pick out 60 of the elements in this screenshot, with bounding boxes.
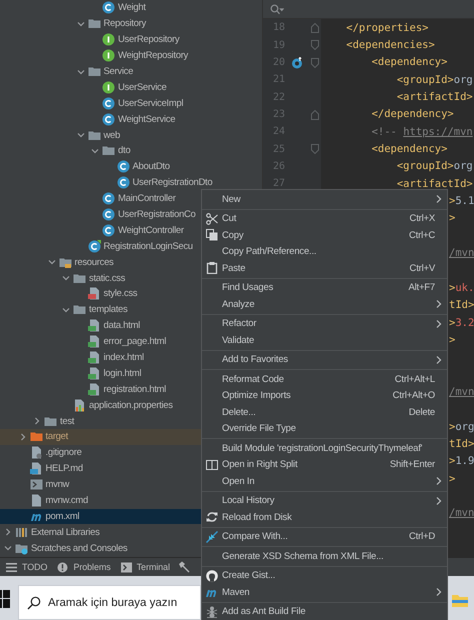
tree-item[interactable]: web [0,127,262,144]
tool-window-button[interactable]: TODO [6,562,48,572]
code-line: <groupId>org [396,160,473,172]
menu-item[interactable]: Local History [202,492,447,509]
tool-window-button[interactable]: Terminal [120,562,170,572]
menu-item[interactable]: Paste Ctrl+V [202,260,447,276]
menu-item[interactable]: Cut Ctrl+X [202,210,447,227]
tree-item[interactable]: Repository [0,16,262,32]
code-line: </properties> [345,22,428,34]
menu-item[interactable]: Maven [202,584,447,600]
menu-item[interactable]: Validate [202,332,447,348]
menu-item[interactable]: Analyze [202,296,447,312]
code-line: <artifactId> [396,91,473,104]
menu-item[interactable]: Add to Favorites [202,352,447,368]
menu-item[interactable]: Copy Ctrl+C [202,227,447,244]
menu-item[interactable]: Refactor [202,316,447,332]
tool-window-button[interactable]: Problems [57,562,111,572]
code-line: <dependency> [370,56,448,68]
code-fragment: > [449,334,456,346]
tree-item[interactable]: WeightRepository [0,48,262,64]
tree-item[interactable]: UserServiceImpl [0,95,262,112]
code-fragment: /mvn [449,247,474,260]
menu-item[interactable]: Copy Path/Reference... [202,244,447,260]
code-line: <dependency> [370,143,448,156]
menu-item[interactable]: Reformat Code Ctrl+Alt+L [202,371,447,388]
code-fragment: /mvn [449,386,474,398]
taskbar-search-field[interactable]: Aramak için buraya yazın [18,585,201,620]
tree-item[interactable]: Service [0,64,262,80]
code-fragment: >3.2 [449,316,474,329]
tree-item[interactable]: WeightService [0,111,262,128]
code-fragment: /mvn [449,507,474,520]
menu-item[interactable]: Optimize Imports Ctrl+Alt+O [202,388,447,404]
menu-item[interactable]: Add as Ant Build File [202,604,447,620]
menu-item[interactable]: Compare With... Ctrl+D [202,528,447,545]
code-fragment: >uk. [449,282,474,294]
code-line: </dependency> [370,108,454,120]
tree-item[interactable]: UserRegistrationDto [0,174,262,191]
menu-item[interactable]: Find Usages Alt+F7 [202,280,447,296]
code-line: <!-- https://mvn [370,126,473,138]
menu-item[interactable]: Open In [202,473,447,490]
tree-item[interactable]: AboutDto [0,158,262,175]
code-fragment: >1.9 [449,455,474,468]
code-line: <groupId>org [396,74,473,86]
menu-item[interactable]: Create Gist... [202,568,447,584]
code-line: <artifactId> [396,178,473,190]
tree-item[interactable]: Weight [0,0,262,16]
code-fragment: > [449,472,456,485]
code-fragment: >5.1 [449,195,474,208]
tree-item[interactable]: UserRepository [0,32,262,48]
menu-item[interactable]: New [202,191,447,208]
menu-item[interactable]: Open in Right Split Shift+Enter [202,456,447,473]
code-fragment: tId> [449,299,474,312]
menu-item[interactable]: Delete... Delete [202,404,447,420]
code-fragment: tId> [449,438,474,450]
tree-item[interactable]: dto [0,143,262,159]
code-line: <dependencies> [345,39,435,52]
code-fragment: > [449,212,456,224]
code-fragment: >org [449,420,474,433]
tree-item[interactable]: UserService [0,79,262,96]
menu-item[interactable]: Generate XSD Schema from XML File... [202,548,447,564]
